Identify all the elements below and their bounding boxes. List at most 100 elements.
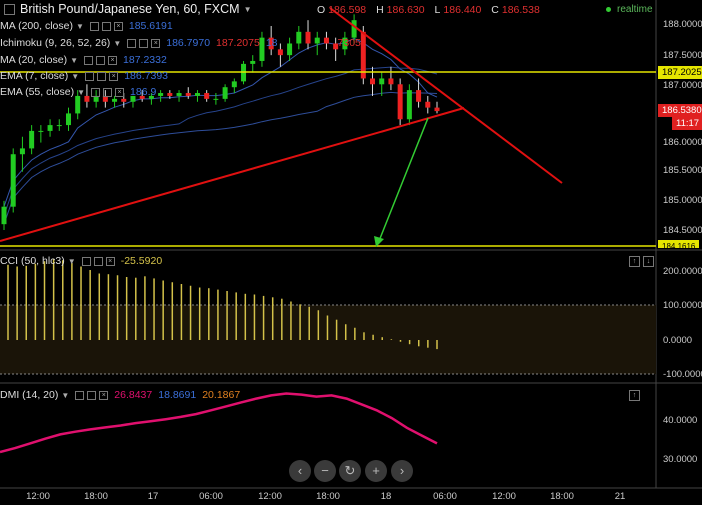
status-dot-icon xyxy=(606,6,611,12)
candle-body xyxy=(277,49,283,56)
indicator-value: 187.2075 xyxy=(216,37,260,49)
visibility-icon[interactable] xyxy=(84,55,94,65)
legend-ema-55[interactable]: EMA (55, close) ▼ × 186.9 xyxy=(0,86,156,98)
indicator-value: 187.2332 xyxy=(123,54,167,66)
chevron-down-icon[interactable]: ▼ xyxy=(244,5,252,14)
candle-body xyxy=(65,113,71,126)
dmi-axis-label: 30.0000 xyxy=(663,454,698,465)
legend-ma-20[interactable]: MA (20, close) ▼ × 187.2332 xyxy=(0,54,167,66)
settings-icon[interactable] xyxy=(96,55,106,65)
visibility-icon[interactable] xyxy=(89,21,99,31)
scroll-right-button[interactable]: › xyxy=(391,460,413,482)
move-up-icon[interactable]: ↑ xyxy=(629,256,640,267)
chevron-down-icon[interactable]: ▼ xyxy=(113,39,121,48)
symbol-title[interactable]: British Pound/Japanese Yen, 60, FXCM xyxy=(20,2,240,16)
candle-body xyxy=(222,87,228,99)
close-icon[interactable]: × xyxy=(113,21,123,31)
candle-body xyxy=(158,93,164,96)
dmi-line xyxy=(0,392,438,454)
collapse-icon[interactable] xyxy=(4,3,15,15)
candle-body xyxy=(38,130,44,132)
settings-icon[interactable] xyxy=(139,38,149,48)
candle-body xyxy=(204,93,210,99)
indicator-value: 7305 xyxy=(337,37,361,49)
candle-body xyxy=(75,95,81,114)
current-price-badge: 186.5380 xyxy=(658,104,702,117)
realtime-label: realtime xyxy=(617,4,653,15)
price-axis-label: 185.0000 xyxy=(663,195,702,206)
visibility-icon[interactable] xyxy=(85,71,95,81)
close-icon[interactable]: × xyxy=(105,256,115,266)
cci-axis-label: 100.0000 xyxy=(663,300,702,311)
candle-body xyxy=(388,78,394,85)
time-axis-label: 18:00 xyxy=(84,491,108,502)
visibility-icon[interactable] xyxy=(127,38,137,48)
cci-axis-label: -100.0000 xyxy=(663,369,702,380)
level-price-badge: 187.2025 xyxy=(658,66,702,79)
time-axis-label: 18:00 xyxy=(550,491,574,502)
cci-axis-label: 0.0000 xyxy=(663,335,693,346)
chevron-down-icon[interactable]: ▼ xyxy=(70,56,78,65)
legend-ema-7[interactable]: EMA (7, close) ▼ × 186.7393 xyxy=(0,70,168,82)
indicator-value: 186.7970 xyxy=(166,37,211,49)
candle-body xyxy=(56,125,62,127)
open-value: 186.598 xyxy=(328,4,367,16)
indicator-name: CCI (50, hlc3) xyxy=(0,255,65,267)
settings-icon[interactable] xyxy=(101,21,111,31)
indicator-value: 185.6191 xyxy=(128,20,173,32)
time-axis-label: 06:00 xyxy=(199,491,223,502)
projection-arrow[interactable] xyxy=(378,117,429,242)
close-icon[interactable]: × xyxy=(109,71,119,81)
chevron-down-icon[interactable]: ▼ xyxy=(61,391,69,400)
time-axis-label: 06:00 xyxy=(433,491,457,502)
settings-icon[interactable] xyxy=(93,256,103,266)
indicator-value: 186.9 xyxy=(130,86,157,98)
candle-body xyxy=(121,98,127,102)
open-label: O xyxy=(317,4,326,16)
candle-body xyxy=(425,101,431,108)
close-icon[interactable]: × xyxy=(99,390,109,400)
indicator-name: MA (200, close) xyxy=(0,20,73,32)
legend-dmi[interactable]: DMI (14, 20) ▼ × 26.8437 18.8691 20.1867 xyxy=(0,389,240,401)
chevron-down-icon[interactable]: ▼ xyxy=(68,257,76,266)
candle-body xyxy=(10,154,16,207)
visibility-icon[interactable] xyxy=(91,87,101,97)
close-icon[interactable]: × xyxy=(151,38,161,48)
candle-body xyxy=(29,130,35,149)
zoom-in-button[interactable]: + xyxy=(365,460,387,482)
visibility-icon[interactable] xyxy=(75,390,85,400)
price-axis-label: 186.0000 xyxy=(663,137,702,148)
scroll-left-button[interactable]: ‹ xyxy=(289,460,311,482)
candle-body xyxy=(19,148,25,155)
indicator-value: 18.8691 xyxy=(158,389,197,401)
indicator-value: -25.5920 xyxy=(120,255,163,267)
price-axis-label: 184.5000 xyxy=(663,225,702,236)
zoom-out-button[interactable]: − xyxy=(314,460,336,482)
chevron-down-icon[interactable]: ▼ xyxy=(76,22,84,31)
time-axis-label: 18:00 xyxy=(316,491,340,502)
legend-ma-200[interactable]: MA (200, close) ▼ × 185.6191 xyxy=(0,20,173,32)
indicator-name: EMA (55, close) xyxy=(0,86,75,98)
close-icon[interactable]: × xyxy=(115,87,125,97)
visibility-icon[interactable] xyxy=(81,256,91,266)
reset-button[interactable]: ↻ xyxy=(339,460,361,482)
close-label: C xyxy=(491,4,499,16)
settings-icon[interactable] xyxy=(87,390,97,400)
close-value: 186.538 xyxy=(501,4,540,16)
candle-body xyxy=(397,84,403,120)
move-down-icon[interactable]: ↓ xyxy=(643,256,654,267)
close-icon[interactable]: × xyxy=(108,55,118,65)
settings-icon[interactable] xyxy=(97,71,107,81)
settings-icon[interactable] xyxy=(103,87,113,97)
indicator-name: MA (20, close) xyxy=(0,54,68,66)
legend-cci[interactable]: CCI (50, hlc3) ▼ × -25.5920 xyxy=(0,255,162,267)
indicator-name: DMI (14, 20) xyxy=(0,389,59,401)
candle-body xyxy=(185,93,191,96)
price-axis-label: 188.0000 xyxy=(663,19,702,30)
move-up-icon[interactable]: ↑ xyxy=(629,390,640,401)
price-axis-label: 187.5000 xyxy=(663,50,702,61)
time-axis-label: 17 xyxy=(147,491,159,502)
chevron-down-icon[interactable]: ▼ xyxy=(71,72,79,81)
chevron-down-icon[interactable]: ▼ xyxy=(77,88,85,97)
legend-ichimoku[interactable]: Ichimoku (9, 26, 52, 26) ▼ × 186.7970 187.20… xyxy=(0,37,361,49)
